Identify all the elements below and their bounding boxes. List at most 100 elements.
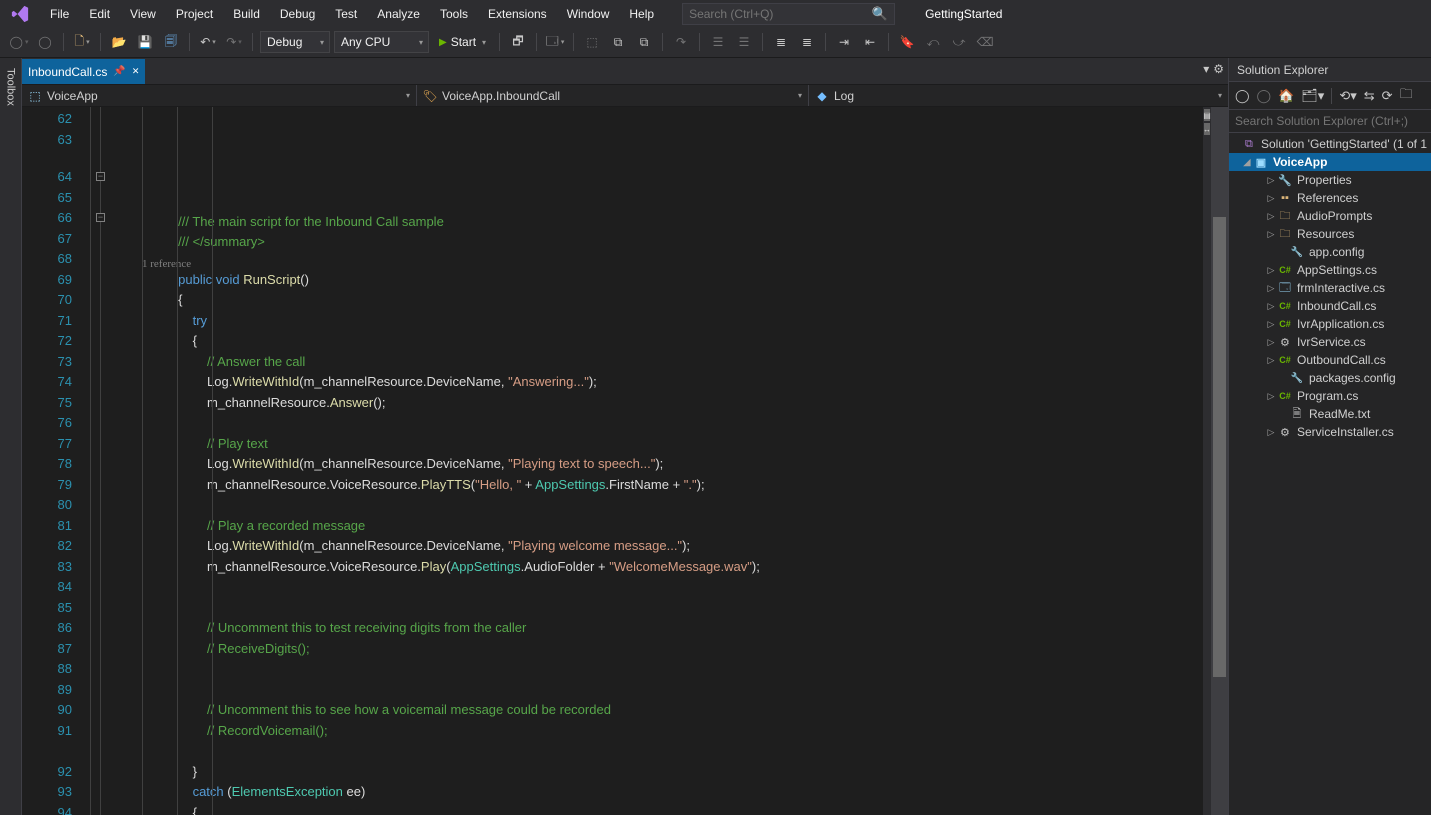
tb-icon-1[interactable]: 🗗 (507, 31, 529, 53)
menu-window[interactable]: Window (557, 3, 620, 25)
tb-icon-7[interactable]: ☰ (733, 31, 755, 53)
menu-help[interactable]: Help (619, 3, 664, 25)
vertical-scrollbar[interactable] (1211, 107, 1228, 815)
nav-back-button[interactable]: ◯ (8, 31, 30, 53)
solution-tree[interactable]: ⧉Solution 'GettingStarted' (1 of 1 ◢▣Voi… (1229, 133, 1431, 815)
tree-item-references[interactable]: ▷▪▪References (1229, 189, 1431, 207)
nav-member-dropdown[interactable]: ◆ Log (809, 85, 1228, 106)
menu-view[interactable]: View (120, 3, 166, 25)
code-editor[interactable]: 6263 64656667686970717273747576777879808… (22, 107, 1228, 815)
pin-icon[interactable]: 📌 (113, 66, 125, 77)
tree-item-outboundcall-cs[interactable]: ▷C#OutboundCall.cs (1229, 351, 1431, 369)
nav-scope-dropdown[interactable]: ⬚ VoiceApp (22, 85, 417, 106)
tree-solution-root[interactable]: ⧉Solution 'GettingStarted' (1 of 1 (1229, 135, 1431, 153)
tab-overflow-button[interactable]: ▾ (1203, 62, 1209, 76)
comment-button[interactable]: ≣ (770, 31, 792, 53)
sol-showall-button[interactable]: 🗀 (1400, 85, 1413, 107)
tree-item-inboundcall-cs[interactable]: ▷C#InboundCall.cs (1229, 297, 1431, 315)
expand-icon[interactable]: ▷ (1265, 175, 1277, 186)
tree-item-appsettings-cs[interactable]: ▷C#AppSettings.cs (1229, 261, 1431, 279)
menu-test[interactable]: Test (325, 3, 367, 25)
scrollbar-thumb[interactable] (1213, 217, 1226, 677)
split-handle[interactable]: ▤↔ (1203, 107, 1211, 815)
tab-settings-button[interactable]: ⚙ (1213, 62, 1224, 76)
tb-icon-6[interactable]: ☰ (707, 31, 729, 53)
global-search-input[interactable] (689, 7, 872, 21)
start-debug-button[interactable]: ▶Start (433, 31, 492, 53)
save-button[interactable]: 💾 (134, 31, 156, 53)
outdent-button[interactable]: ⇤ (859, 31, 881, 53)
fold-column: − − (82, 107, 142, 815)
config-dropdown[interactable]: Debug (260, 31, 330, 53)
tree-item-properties[interactable]: ▷🔧Properties (1229, 171, 1431, 189)
sol-fwd-button[interactable]: ◯ (1257, 88, 1272, 104)
platform-dropdown[interactable]: Any CPU (334, 31, 429, 53)
tree-item-resources[interactable]: ▷🗀Resources (1229, 225, 1431, 243)
tab-inboundcall[interactable]: InboundCall.cs 📌 ✕ (22, 59, 145, 84)
tree-item-program-cs[interactable]: ▷C#Program.cs (1229, 387, 1431, 405)
tree-item-readme-txt[interactable]: 🗎ReadMe.txt (1229, 405, 1431, 423)
tree-item-frminteractive-cs[interactable]: ▷🗔frmInteractive.cs (1229, 279, 1431, 297)
sol-refresh-button[interactable]: ⟳ (1382, 88, 1393, 104)
sol-home-button[interactable]: 🏠 (1278, 88, 1294, 104)
expand-icon[interactable]: ▷ (1265, 391, 1277, 402)
uncomment-button[interactable]: ≣ (796, 31, 818, 53)
fold-toggle[interactable]: − (96, 172, 105, 181)
menu-tools[interactable]: Tools (430, 3, 478, 25)
sol-sync-button[interactable]: ⟲▾ (1339, 88, 1356, 104)
expand-icon[interactable]: ▷ (1265, 211, 1277, 222)
tb-icon-4[interactable]: ⧉ (607, 31, 629, 53)
fold-toggle[interactable]: − (96, 213, 105, 222)
sol-switch-button[interactable]: 🗂▾ (1301, 88, 1324, 104)
tb-icon-2[interactable]: 🗔 (544, 31, 566, 53)
next-bookmark-button[interactable]: ⤻ (948, 31, 970, 53)
tb-icon-3[interactable]: ⬚ (581, 31, 603, 53)
expand-icon[interactable]: ▷ (1265, 265, 1277, 276)
tree-item-ivrapplication-cs[interactable]: ▷C#IvrApplication.cs (1229, 315, 1431, 333)
tree-item-packages-config[interactable]: 🔧packages.config (1229, 369, 1431, 387)
clear-bookmarks-button[interactable]: ⌫ (974, 31, 996, 53)
menu-project[interactable]: Project (166, 3, 223, 25)
expand-icon[interactable]: ◢ (1241, 157, 1253, 168)
bookmark-button[interactable]: 🔖 (896, 31, 918, 53)
save-all-button[interactable]: 🗐 (160, 31, 182, 53)
undo-button[interactable]: ↶ (197, 31, 219, 53)
menu-debug[interactable]: Debug (270, 3, 325, 25)
expand-icon[interactable]: ▷ (1265, 193, 1277, 204)
new-item-button[interactable]: 🗋 (71, 31, 93, 53)
tree-project-voiceapp[interactable]: ◢▣VoiceApp (1229, 153, 1431, 171)
menu-build[interactable]: Build (223, 3, 270, 25)
menu-analyze[interactable]: Analyze (367, 3, 430, 25)
expand-icon[interactable]: ▷ (1265, 337, 1277, 348)
expand-icon[interactable]: ▷ (1265, 301, 1277, 312)
step-over-button[interactable]: ↷ (670, 31, 692, 53)
toolbox-tab[interactable]: Toolbox (3, 62, 19, 112)
solution-search[interactable] (1229, 110, 1431, 133)
open-file-button[interactable]: 📂 (108, 31, 130, 53)
indent-button[interactable]: ⇥ (833, 31, 855, 53)
nav-class-dropdown[interactable]: 🏷 VoiceApp.InboundCall (417, 85, 809, 106)
sol-collapse-button[interactable]: ⇆ (1364, 88, 1375, 104)
tree-item-audioprompts[interactable]: ▷🗀AudioPrompts (1229, 207, 1431, 225)
tree-item-ivrservice-cs[interactable]: ▷⚙IvrService.cs (1229, 333, 1431, 351)
expand-icon[interactable]: ▷ (1265, 229, 1277, 240)
expand-icon[interactable]: ▷ (1265, 427, 1277, 438)
redo-button[interactable]: ↷ (223, 31, 245, 53)
expand-icon[interactable]: ▷ (1265, 355, 1277, 366)
tb-icon-5[interactable]: ⧉ (633, 31, 655, 53)
prev-bookmark-button[interactable]: ⤺ (922, 31, 944, 53)
menu-extensions[interactable]: Extensions (478, 3, 557, 25)
menu-file[interactable]: File (40, 3, 79, 25)
expand-icon[interactable]: ▷ (1265, 319, 1277, 330)
form-icon: 🗔 (1277, 280, 1293, 296)
solution-search-input[interactable] (1235, 114, 1425, 128)
sol-back-button[interactable]: ◯ (1235, 88, 1250, 104)
expand-icon[interactable]: ▷ (1265, 283, 1277, 294)
global-search[interactable]: 🔍 (682, 3, 895, 25)
nav-fwd-button[interactable]: ◯ (34, 31, 56, 53)
code-text[interactable]: /// The main script for the Inbound Call… (142, 107, 1203, 815)
close-icon[interactable]: ✕ (132, 66, 140, 77)
tree-item-app-config[interactable]: 🔧app.config (1229, 243, 1431, 261)
tree-item-serviceinstaller-cs[interactable]: ▷⚙ServiceInstaller.cs (1229, 423, 1431, 441)
menu-edit[interactable]: Edit (79, 3, 120, 25)
